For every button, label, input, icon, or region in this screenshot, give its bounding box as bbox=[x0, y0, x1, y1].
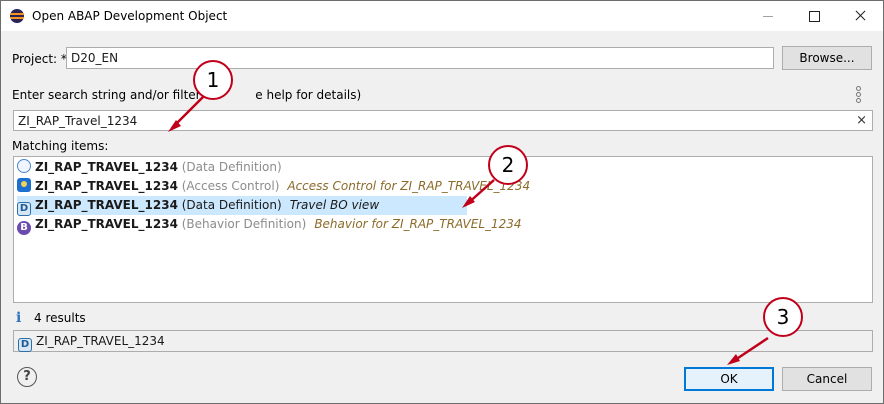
callout-2: 2 bbox=[488, 145, 528, 185]
callout-3: 3 bbox=[763, 297, 803, 337]
annotation-arrows bbox=[168, 91, 769, 365]
callout-1: 1 bbox=[193, 60, 233, 100]
callout-arrowhead-3 bbox=[727, 354, 740, 365]
